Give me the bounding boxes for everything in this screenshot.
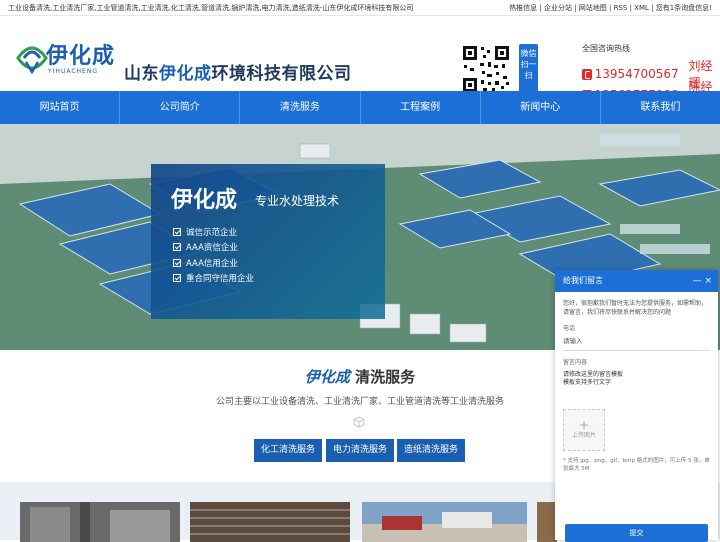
company-name: 山东伊化成环境科技有限公司 — [124, 64, 352, 84]
nav-home[interactable]: 网站首页 — [0, 91, 121, 124]
upload-image-button[interactable]: + 上传图片 — [563, 409, 605, 451]
checkbox-icon — [173, 274, 181, 283]
list-item: AAA信用企业 — [173, 255, 254, 271]
phone-field-label: 电话 — [563, 325, 576, 332]
hotline-label: 全国咨询热线 — [582, 44, 630, 53]
checkbox-icon — [173, 258, 181, 267]
plus-icon: + — [578, 418, 590, 432]
phone-input[interactable]: 请输入 — [563, 333, 710, 351]
logo-text[interactable]: 伊化成 — [46, 38, 115, 70]
banner-card: 伊化成 专业水处理技术 诚信示范企业 AAA资信企业 AAA信用企业 重合同守信… — [151, 164, 385, 319]
top-bar: 工业设备清洗,工业清洗厂家,工业管道清洗,工业清洗,化工清洗,管道清洗,锅炉清洗… — [0, 0, 720, 16]
message-textarea[interactable]: 请修改这里的留言模板 模板支持多行文字 — [563, 367, 710, 407]
nav-about[interactable]: 公司简介 — [120, 91, 241, 124]
banner-brand: 伊化成 — [171, 188, 238, 213]
list-item: 重合同守信用企业 — [173, 271, 254, 287]
top-links[interactable]: 热推信息 | 企业分站 | 网站地图 | RSS | XML | 您有1条询盘信… — [509, 3, 712, 13]
message-widget-header[interactable]: 给我们留言 — × — [555, 270, 718, 292]
message-widget-title: 给我们留言 — [563, 276, 603, 285]
case-image[interactable] — [537, 502, 557, 542]
upload-note: * 支持 jpg、png、gif、bmp 格式的图片，可上传 5 张，单张最大 … — [563, 458, 710, 472]
nav-cases[interactable]: 工程案例 — [361, 91, 481, 124]
list-item: AAA资信企业 — [173, 240, 254, 256]
main-nav: 网站首页 公司简介 清洗服务 工程案例 新闻中心 联系我们 — [0, 91, 720, 124]
banner-tagline: 专业水处理技术 — [255, 194, 340, 208]
message-intro: 您好，很抱歉我们暂时无法为您提供服务，如需帮助，请留言，我们将尽快联系并解决您的… — [563, 300, 708, 316]
header: 伊化成 YIHUACHENG 山东伊化成环境科技有限公司 微信扫一扫 全国咨询热… — [0, 16, 720, 111]
site-keywords: 工业设备清洗,工业清洗厂家,工业管道清洗,工业清洗,化工清洗,管道清洗,锅炉清洗… — [8, 3, 414, 12]
chemical-cleaning-button[interactable]: 化工清洗服务 — [254, 439, 322, 462]
power-cleaning-button[interactable]: 电力清洗服务 — [326, 439, 394, 462]
cube-icon — [353, 416, 365, 428]
nav-services[interactable]: 清洗服务 — [240, 91, 361, 124]
qr-code-icon — [461, 44, 511, 94]
nav-news[interactable]: 新闻中心 — [481, 91, 601, 124]
wechat-scan-label: 微信扫一扫 — [519, 44, 538, 94]
minimize-close-icon[interactable]: — × — [693, 270, 712, 292]
submit-button[interactable]: 提交 — [565, 524, 708, 542]
message-widget: 给我们留言 — × 您好，很抱歉我们暂时无法为您提供服务，如需帮助，请留言，我们… — [555, 270, 718, 542]
logo-subtitle: YIHUACHENG — [48, 68, 98, 75]
content-field-label: 留言内容 — [563, 359, 588, 366]
banner-credentials: 诚信示范企业 AAA资信企业 AAA信用企业 重合同守信用企业 — [173, 224, 254, 286]
case-image[interactable] — [20, 502, 180, 542]
nav-contact[interactable]: 联系我们 — [601, 91, 720, 124]
case-image[interactable] — [190, 502, 350, 542]
paper-cleaning-button[interactable]: 造纸清洗服务 — [397, 439, 465, 462]
checkbox-icon — [173, 227, 181, 236]
checkbox-icon — [173, 243, 181, 252]
case-image[interactable] — [362, 502, 527, 542]
list-item: 诚信示范企业 — [173, 224, 254, 240]
